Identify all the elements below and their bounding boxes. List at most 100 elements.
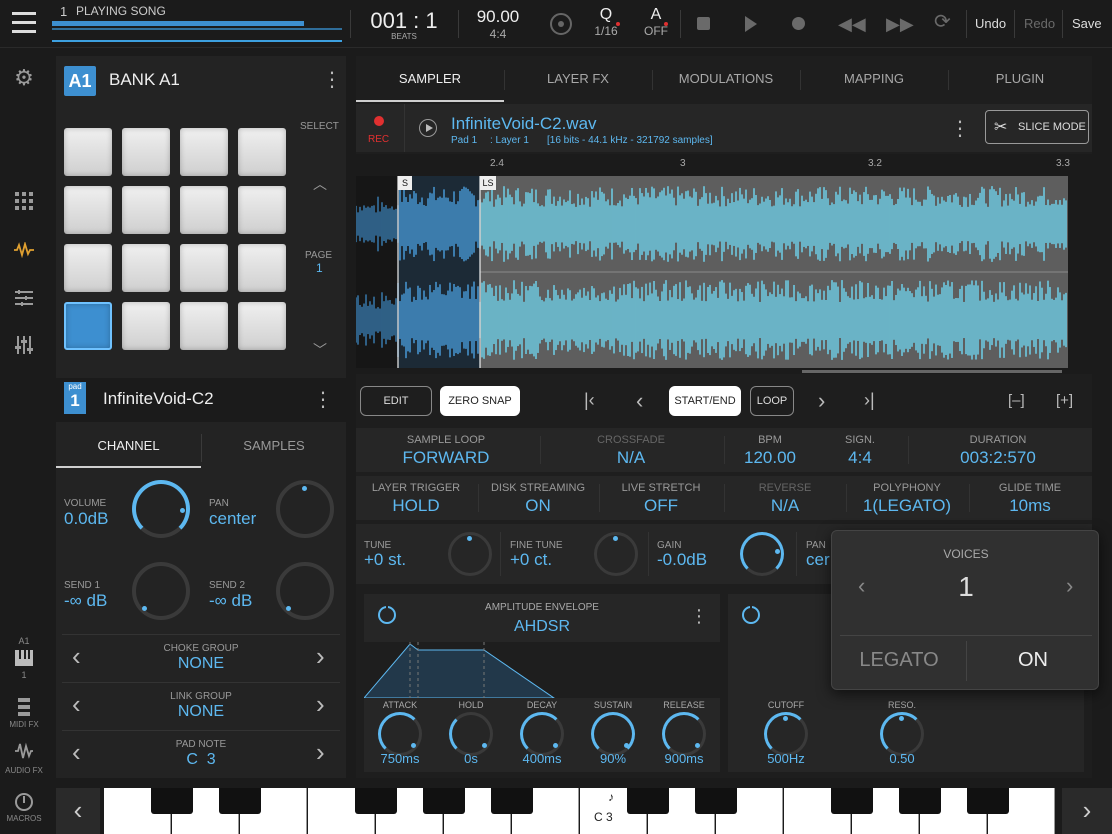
keyboard-icon[interactable] <box>12 648 36 672</box>
legato-toggle[interactable]: ON <box>966 649 1100 672</box>
note-next-icon[interactable]: › <box>316 737 325 767</box>
voices-value[interactable]: 1 <box>832 571 1100 603</box>
zoom-out-button[interactable]: [–] <box>1008 392 1025 409</box>
waveform-icon[interactable] <box>12 240 36 264</box>
pads-grid-icon[interactable] <box>12 192 36 216</box>
send1-knob[interactable] <box>132 562 190 620</box>
env-knob-release[interactable] <box>662 712 706 756</box>
black-key[interactable] <box>491 788 533 814</box>
env-knob-sustain[interactable] <box>591 712 635 756</box>
black-key[interactable] <box>899 788 941 814</box>
bank-title[interactable]: BANK A1 <box>109 70 180 90</box>
start-end-button[interactable]: START/END <box>669 386 741 416</box>
tab-channel[interactable]: CHANNEL <box>56 428 201 468</box>
waveform-scrollbar[interactable] <box>802 370 1062 373</box>
zoom-in-button[interactable]: [+] <box>1056 392 1073 409</box>
pad-3[interactable] <box>180 128 228 176</box>
menu-icon[interactable] <box>12 12 36 34</box>
pad-menu-icon[interactable]: ⋮ <box>313 387 333 412</box>
macros-icon[interactable] <box>12 790 36 814</box>
pad-badge[interactable]: pad 1 <box>64 382 86 414</box>
pad-16[interactable] <box>238 302 286 350</box>
black-key[interactable] <box>695 788 737 814</box>
waveform-area[interactable]: 2.4 3 3.2 3.3 S LS <box>356 154 1092 374</box>
pad-page-up-icon[interactable]: ︿ <box>313 174 327 194</box>
slice-mode-button[interactable]: ✂ SLICE MODE <box>985 110 1089 144</box>
sample-filename[interactable]: InfiniteVoid-C2.wav <box>451 114 597 134</box>
black-key[interactable] <box>627 788 669 814</box>
rewind-icon[interactable]: ◀◀ <box>838 15 866 33</box>
send2-knob[interactable] <box>276 562 334 620</box>
envelope-menu-icon[interactable]: ⋮ <box>690 606 708 627</box>
position-display[interactable]: 001 : 1 BEATS <box>352 8 456 41</box>
polyphony-cell[interactable]: POLYPHONY 1(LEGATO) <box>848 482 966 516</box>
prev-icon[interactable]: ‹ <box>636 388 643 414</box>
disk-streaming-cell[interactable]: DISK STREAMING ON <box>480 482 596 516</box>
jump-end-icon[interactable]: ›| <box>864 390 875 411</box>
black-key[interactable] <box>219 788 261 814</box>
redo-button[interactable]: Redo <box>1024 16 1055 31</box>
fine-tune-knob[interactable] <box>594 532 638 576</box>
tab-samples[interactable]: SAMPLES <box>202 428 346 468</box>
stop-icon[interactable] <box>697 17 710 30</box>
pad-8[interactable] <box>238 186 286 234</box>
edit-button[interactable]: EDIT <box>360 386 432 416</box>
pad-6[interactable] <box>122 186 170 234</box>
automation-control[interactable]: A OFF <box>638 6 674 38</box>
record-dot-icon[interactable] <box>374 116 384 126</box>
pad-15[interactable] <box>180 302 228 350</box>
reverse-cell[interactable]: REVERSE N/A <box>726 482 844 516</box>
black-key[interactable] <box>423 788 465 814</box>
tab-mapping[interactable]: MAPPING <box>800 56 948 102</box>
black-key[interactable] <box>151 788 193 814</box>
tab-plugin[interactable]: PLUGIN <box>948 56 1092 102</box>
duration-cell[interactable]: DURATION 003:2:570 <box>910 434 1086 468</box>
signature-cell[interactable]: SIGN. 4:4 <box>816 434 904 468</box>
audio-fx-icon[interactable] <box>12 742 36 766</box>
pad-9[interactable] <box>64 244 112 292</box>
tune-knob[interactable] <box>448 532 492 576</box>
envelope-graph[interactable] <box>364 642 720 698</box>
black-key[interactable] <box>355 788 397 814</box>
tempo-display[interactable]: 90.00 4:4 <box>462 7 534 41</box>
pad-14[interactable] <box>122 302 170 350</box>
pad-1[interactable] <box>64 128 112 176</box>
midi-fx-icon[interactable] <box>12 698 36 722</box>
sample-loop-cell[interactable]: SAMPLE LOOP FORWARD <box>356 434 536 468</box>
pad-11[interactable] <box>180 244 228 292</box>
pad-5[interactable] <box>64 186 112 234</box>
crossfade-cell[interactable]: CROSSFADE N/A <box>541 434 721 468</box>
bank-badge[interactable]: A1 <box>64 66 96 96</box>
mixer-icon[interactable] <box>12 336 36 360</box>
pan-knob[interactable] <box>276 480 334 538</box>
tab-modulations[interactable]: MODULATIONS <box>652 56 800 102</box>
tab-sampler[interactable]: SAMPLER <box>356 56 504 102</box>
layer-trigger-cell[interactable]: LAYER TRIGGER HOLD <box>356 482 476 516</box>
waveform-display[interactable] <box>356 176 1068 368</box>
pad-4[interactable] <box>238 128 286 176</box>
keyboard-next-icon[interactable]: › <box>1062 788 1112 834</box>
gain-knob[interactable] <box>740 532 784 576</box>
metronome-icon[interactable] <box>550 13 572 35</box>
next-icon[interactable]: › <box>818 388 825 414</box>
env-knob-hold[interactable] <box>449 712 493 756</box>
pad-10[interactable] <box>122 244 170 292</box>
sample-menu-icon[interactable]: ⋮ <box>950 116 970 141</box>
reso-knob[interactable] <box>880 712 924 756</box>
loop-start-marker[interactable]: LS <box>480 176 496 190</box>
choke-next-icon[interactable]: › <box>316 641 325 671</box>
envelope-type[interactable]: AHDSR <box>364 618 720 636</box>
bank-menu-icon[interactable]: ⋮ <box>322 68 342 92</box>
song-progress[interactable]: 1 PLAYING SONG <box>52 4 342 42</box>
volume-knob[interactable] <box>132 480 190 538</box>
voices-next-icon[interactable]: › <box>1066 573 1073 599</box>
zero-snap-button[interactable]: ZERO SNAP <box>440 386 520 416</box>
fast-forward-icon[interactable]: ▶▶ <box>886 15 914 33</box>
black-key[interactable] <box>831 788 873 814</box>
env-knob-attack[interactable] <box>378 712 422 756</box>
filter-power-icon[interactable] <box>742 604 760 624</box>
jump-start-icon[interactable]: |‹ <box>584 390 595 411</box>
pad-13[interactable] <box>64 302 112 350</box>
link-next-icon[interactable]: › <box>316 689 325 719</box>
env-knob-decay[interactable] <box>520 712 564 756</box>
